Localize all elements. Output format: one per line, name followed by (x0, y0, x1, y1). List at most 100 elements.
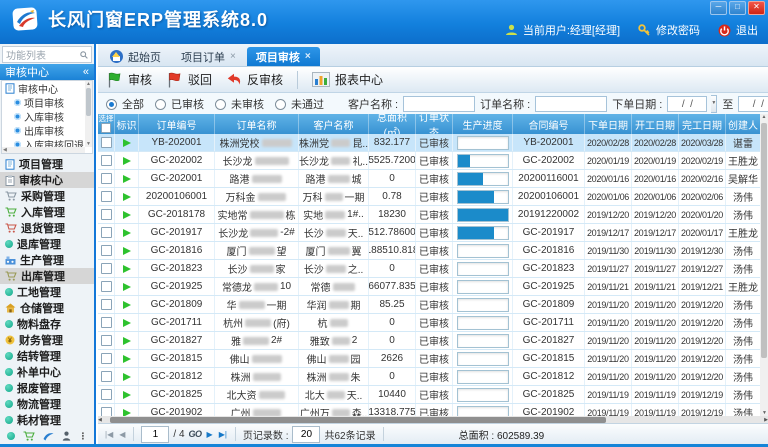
table-row[interactable]: GC-202002长沙龙长沙龙礼..65525.7200..已审核GC-2020… (98, 152, 760, 170)
sidebar-module-10[interactable]: 物料盘存 (0, 316, 94, 332)
sidebar-module-7[interactable]: 出库管理 (0, 268, 94, 284)
tab-close-icon[interactable]: × (230, 51, 236, 62)
row-checkbox[interactable] (101, 371, 112, 382)
table-row[interactable]: GC-201711杭州(府)杭0已审核GC-2017112019/11/2020… (98, 314, 760, 332)
filter-radio-已审核[interactable] (155, 99, 166, 110)
maximize-button[interactable]: □ (729, 1, 746, 15)
row-checkbox[interactable] (101, 209, 112, 220)
row-checkbox[interactable] (101, 389, 112, 400)
sidebar-module-11[interactable]: ¥财务管理 (0, 332, 94, 348)
calendar-dropdown-icon[interactable]: ▼ (711, 95, 717, 113)
collapse-icon[interactable]: « (83, 66, 89, 78)
tree-item-0[interactable]: 项目审核 (2, 95, 92, 109)
row-checkbox[interactable] (101, 317, 112, 328)
sidebar-module-9[interactable]: 仓储管理 (0, 300, 94, 316)
table-row[interactable]: GC-201815佛山佛山园2626已审核GC-2018152019/11/20… (98, 350, 760, 368)
minimize-button[interactable]: ─ (710, 1, 727, 15)
sidebar-module-0[interactable]: 项目管理 (0, 156, 94, 172)
tree-item-2[interactable]: 出库审核 (2, 123, 92, 137)
swoosh-icon[interactable] (43, 432, 54, 441)
function-search-input[interactable]: 功能列表 (2, 46, 92, 63)
toolbar-button-驳回[interactable]: 驳回 (166, 71, 212, 88)
sidebar-module-5[interactable]: 退库管理 (0, 236, 94, 252)
table-row[interactable]: GC-201823长沙家长沙之..0已审核GC-2018232019/11/27… (98, 260, 760, 278)
row-checkbox[interactable] (101, 353, 112, 364)
table-vscrollbar[interactable]: ▲▼ (760, 114, 768, 416)
table-row[interactable]: GC-201827雅2#雅致20已审核GC-2018272019/11/2020… (98, 332, 760, 350)
customer-name-input[interactable] (403, 96, 475, 112)
tab-起始页[interactable]: 起始页 (101, 47, 170, 66)
person-icon[interactable] (62, 431, 71, 441)
table-row[interactable]: GC-201812株洲株洲朱0已审核GC-2018122019/11/20201… (98, 368, 760, 386)
table-row[interactable]: GC-201816厦门望厦门翼188510.818已审核GC-201816201… (98, 242, 760, 260)
row-checkbox[interactable] (101, 173, 112, 184)
table-row[interactable]: YB-202001株洲党校株洲党昆..832.177已审核YB-20200120… (98, 134, 760, 152)
tab-close-icon[interactable]: × (305, 51, 311, 62)
row-checkbox[interactable] (101, 191, 112, 202)
sidebar-module-13[interactable]: 补单中心 (0, 364, 94, 380)
customer-name-label: 客户名称 : (348, 96, 398, 112)
page-size-input[interactable] (292, 426, 320, 443)
redacted-text (328, 247, 350, 255)
table-row[interactable]: GC-2018178实地常栋实地1#..18230已审核201912200022… (98, 206, 760, 224)
sidebar-module-15[interactable]: 物流管理 (0, 396, 94, 412)
tree-item-1[interactable]: 入库审核 (2, 109, 92, 123)
order-date-input[interactable] (667, 96, 707, 112)
filter-radio-全部[interactable] (106, 99, 117, 110)
column-header-选择[interactable]: 选择 (98, 114, 115, 134)
row-checkbox[interactable] (101, 281, 112, 292)
toolbar-button-审核[interactable]: 审核 (106, 71, 152, 88)
sidebar-module-1[interactable]: 审核中心 (0, 172, 94, 188)
order-no-cell: GC-201823 (139, 260, 215, 277)
toolbar-button-报表中心[interactable]: 报表中心 (312, 71, 383, 88)
table-row[interactable]: GC-201925常德龙10常德266077.835..已审核GC-201925… (98, 278, 760, 296)
sidebar-panel-header[interactable]: 审核中心 « (0, 64, 94, 80)
sidebar-module-12[interactable]: 结转管理 (0, 348, 94, 364)
row-checkbox[interactable] (101, 299, 112, 310)
first-page-button[interactable]: |◀ (104, 430, 114, 439)
table-row[interactable]: GC-201825北大资北大天..10440已审核GC-2018252019/1… (98, 386, 760, 404)
prev-page-button[interactable]: ◀ (118, 430, 126, 439)
row-checkbox[interactable] (101, 227, 112, 238)
tab-项目审核[interactable]: 项目审核× (247, 47, 320, 66)
cart-green-icon[interactable] (23, 431, 35, 441)
sidebar-module-2[interactable]: 采购管理 (0, 188, 94, 204)
progress-bar (457, 172, 509, 186)
table-row[interactable]: GC-201902广州广州万森..13318.775已审核GC-20190220… (98, 404, 760, 416)
table-row[interactable]: GC-201809华一期华润期85.25已审核GC-2018092019/11/… (98, 296, 760, 314)
row-checkbox[interactable] (101, 137, 112, 148)
change-password-link[interactable]: 修改密码 (656, 22, 700, 38)
row-checkbox[interactable] (101, 335, 112, 346)
filter-radio-未审核[interactable] (215, 99, 226, 110)
table-row[interactable]: GC-201917长沙龙-2#长沙天..8512.78600..已审核GC-20… (98, 224, 760, 242)
logout-link[interactable]: 退出 (736, 22, 758, 38)
tree-hscrollbar[interactable]: ◀ (2, 147, 85, 153)
table-row[interactable]: GC-202001路港路港城0已审核202001160012020/01/162… (98, 170, 760, 188)
row-checkbox[interactable] (101, 245, 112, 256)
sidebar-module-6[interactable]: 生产管理 (0, 252, 94, 268)
toolbar-button-反审核[interactable]: 反审核 (226, 71, 283, 88)
filter-radio-未通过[interactable] (275, 99, 286, 110)
close-button[interactable]: ✕ (748, 1, 765, 15)
row-checkbox[interactable] (101, 155, 112, 166)
sidebar-module-14[interactable]: 报废管理 (0, 380, 94, 396)
more-icon[interactable]: ⋮ (79, 431, 88, 442)
tree-item-root[interactable]: 审核中心 (2, 81, 92, 95)
page-number-input[interactable] (141, 426, 169, 443)
order-date-end-input[interactable] (738, 96, 768, 112)
tree-vscrollbar[interactable]: ▲▼ (85, 81, 92, 147)
last-page-button[interactable]: ▶| (218, 430, 228, 439)
row-checkbox[interactable] (101, 407, 112, 416)
tab-项目订单[interactable]: 项目订单× (172, 47, 245, 66)
row-checkbox[interactable] (101, 263, 112, 274)
go-button[interactable]: GO (189, 429, 202, 439)
table-row[interactable]: 20200106001万科金万科一期0.78已审核202001060012020… (98, 188, 760, 206)
select-all-checkbox[interactable] (101, 123, 111, 133)
sidebar-module-4[interactable]: 退货管理 (0, 220, 94, 236)
sidebar-module-16[interactable]: 耗材管理 (0, 412, 94, 428)
order-name-input[interactable] (535, 96, 607, 112)
next-page-button[interactable]: ▶ (206, 430, 214, 439)
sidebar-module-8[interactable]: 工地管理 (0, 284, 94, 300)
sidebar-module-3[interactable]: 入库管理 (0, 204, 94, 220)
dot-icon[interactable] (7, 432, 15, 440)
